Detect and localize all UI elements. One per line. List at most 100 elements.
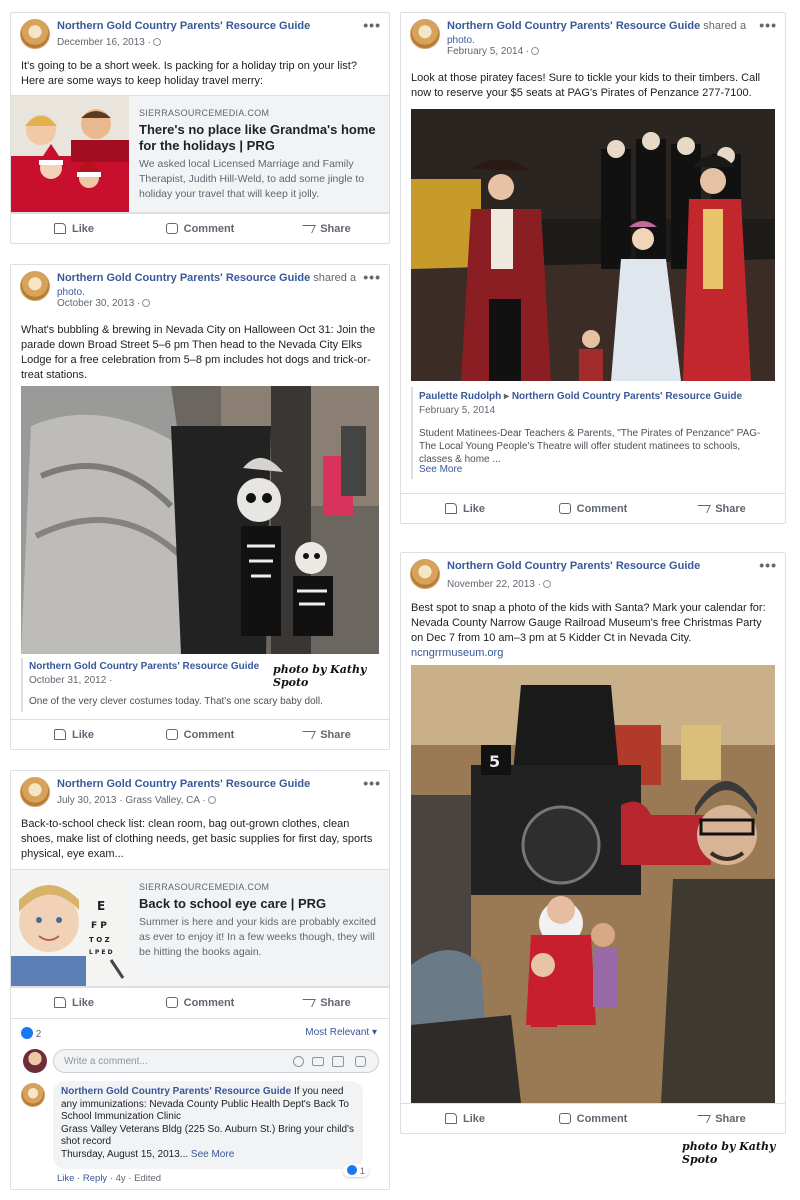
comment-author-link[interactable]: Northern Gold Country Parents' Resource … (61, 1086, 291, 1097)
gif-icon[interactable] (332, 1056, 344, 1067)
thumbs-up-icon (444, 1113, 457, 1124)
photo-credit: photo by Kathy Spoto (273, 663, 367, 689)
comment-actions: Like · Reply · 4y · Edited (57, 1173, 162, 1184)
emoji-icon[interactable] (293, 1056, 304, 1067)
camera-icon[interactable] (312, 1057, 324, 1066)
page-avatar[interactable] (410, 559, 440, 589)
more-options-button[interactable]: ••• (759, 17, 777, 33)
post-photo[interactable]: 5 (411, 665, 775, 1103)
link-preview[interactable]: SIERRASOURCEMEDIA.COM There's no place l… (11, 95, 389, 213)
comment-text: Grass Valley Veterans Bldg (225 So. Aubu… (61, 1123, 354, 1148)
comment-reply-link[interactable]: Reply (83, 1173, 107, 1184)
page-link[interactable]: Northern Gold Country Parents' Resource … (512, 391, 742, 402)
shared-label: shared a (313, 272, 357, 284)
comment-button[interactable]: Comment (137, 214, 263, 243)
share-icon (694, 1114, 712, 1123)
reactions-summary[interactable]: 2 (21, 1027, 41, 1040)
comment-icon (165, 997, 178, 1008)
svg-text:5: 5 (489, 752, 500, 771)
page-avatar[interactable] (410, 19, 440, 49)
page-avatar[interactable] (20, 19, 50, 49)
action-bar: Like Comment Share (401, 493, 785, 523)
more-options-button[interactable]: ••• (759, 557, 777, 573)
post-date[interactable]: November 22, 2013 · (447, 579, 541, 590)
photo-date[interactable]: October 31, 2012 · (29, 675, 112, 686)
comment-button[interactable]: Comment (529, 494, 657, 523)
link-title[interactable]: Back to school eye care | PRG (139, 896, 381, 912)
comment-icon (165, 223, 178, 234)
photo-caption: Student Matinees-Dear Teachers & Parents… (419, 428, 761, 465)
page-name-link[interactable]: Northern Gold Country Parents' Resource … (447, 20, 700, 32)
see-more-link[interactable]: See More (419, 463, 462, 476)
post-back-to-school: Northern Gold Country Parents' Resource … (10, 770, 390, 1190)
link-preview-image (11, 96, 129, 212)
photo-date[interactable]: February 5, 2014 (419, 405, 495, 416)
like-button[interactable]: Like (401, 1104, 529, 1133)
post-photo[interactable] (411, 109, 775, 381)
post-text: Back-to-school check list: clean room, b… (21, 818, 373, 860)
svg-text:T O Z: T O Z (89, 936, 110, 944)
share-button[interactable]: Share (263, 988, 389, 1017)
page-name-link[interactable]: Northern Gold Country Parents' Resource … (57, 20, 310, 32)
more-options-button[interactable]: ••• (363, 269, 381, 285)
sticker-icon[interactable] (355, 1056, 366, 1067)
page-name-link[interactable]: Northern Gold Country Parents' Resource … (57, 778, 310, 790)
comment-bubble: Northern Gold Country Parents' Resource … (53, 1081, 369, 1177)
like-button[interactable]: Like (11, 214, 137, 243)
like-button[interactable]: Like (11, 988, 137, 1017)
photo-caption: One of the very clever costumes today. T… (29, 696, 323, 707)
post-header: Northern Gold Country Parents' Resource … (11, 265, 389, 309)
comments-section: 2 Most Relevant ▾ Write a comment... Nor… (11, 1018, 389, 1189)
globe-icon (531, 47, 540, 55)
link-preview[interactable]: E F P T O Z L P E D SIERRASOURCEMEDIA.CO… (11, 869, 389, 987)
post-photo[interactable] (21, 386, 379, 654)
share-button[interactable]: Share (657, 1104, 785, 1133)
comment-button[interactable]: Comment (137, 720, 263, 749)
comment-age: 4y (115, 1173, 126, 1184)
share-button[interactable]: Share (263, 720, 389, 749)
comment-edited-label: Edited (134, 1173, 162, 1184)
action-bar: Like Comment Share (11, 987, 389, 1017)
photo-attribution-link[interactable]: Northern Gold Country Parents' Resource … (29, 661, 259, 672)
share-button[interactable]: Share (263, 214, 389, 243)
page-name-link[interactable]: Northern Gold Country Parents' Resource … (447, 560, 700, 572)
comment-input[interactable]: Write a comment... (53, 1049, 379, 1073)
more-options-button[interactable]: ••• (363, 775, 381, 791)
commenter-avatar (23, 1049, 47, 1073)
link-title[interactable]: There's no place like Grandma's home for… (139, 122, 381, 154)
more-options-button[interactable]: ••• (363, 17, 381, 33)
post-date[interactable]: December 16, 2013 · (57, 37, 151, 48)
share-icon (299, 998, 317, 1007)
link-domain: SIERRASOURCEMEDIA.COM (139, 882, 270, 892)
post-date[interactable]: February 5, 2014 · (447, 46, 529, 57)
original-poster-link[interactable]: Paulette Rudolph (419, 391, 501, 402)
page-avatar[interactable] (20, 777, 50, 807)
comment-reaction-badge[interactable]: 1 (343, 1164, 369, 1177)
post-halloween: Northern Gold Country Parents' Resource … (10, 264, 390, 750)
like-button[interactable]: Like (11, 720, 137, 749)
photo-link[interactable]: photo. (57, 287, 150, 298)
post-date[interactable]: July 30, 2013 · Grass Valley, CA · (57, 795, 206, 806)
page-avatar[interactable] (20, 271, 50, 301)
comment-author-avatar[interactable] (21, 1083, 45, 1107)
comment-button[interactable]: Comment (529, 1104, 657, 1133)
comment-button[interactable]: Comment (137, 988, 263, 1017)
link-preview-image: E F P T O Z L P E D (11, 870, 129, 986)
page-name-link[interactable]: Northern Gold Country Parents' Resource … (57, 272, 310, 284)
photo-attribution: Paulette Rudolph ▸ Northern Gold Country… (419, 391, 742, 402)
post-link[interactable]: ncngrrmuseum.org (401, 646, 785, 661)
see-more-link[interactable]: See More (191, 1149, 234, 1160)
link-description: We asked local Licensed Marriage and Fam… (139, 158, 365, 200)
photo-link[interactable]: photo. (447, 35, 539, 46)
like-button[interactable]: Like (401, 494, 529, 523)
thumbs-up-icon (53, 997, 66, 1008)
share-button[interactable]: Share (657, 494, 785, 523)
post-date[interactable]: October 30, 2013 · (57, 298, 140, 309)
svg-text:E: E (97, 899, 105, 913)
link-domain: SIERRASOURCEMEDIA.COM (139, 108, 270, 118)
comment-like-link[interactable]: Like (57, 1173, 74, 1184)
action-bar: Like Comment Share (11, 719, 389, 749)
globe-icon (542, 580, 551, 588)
most-relevant-dropdown[interactable]: Most Relevant ▾ (305, 1027, 377, 1038)
post-header: Northern Gold Country Parents' Resource … (11, 13, 389, 55)
